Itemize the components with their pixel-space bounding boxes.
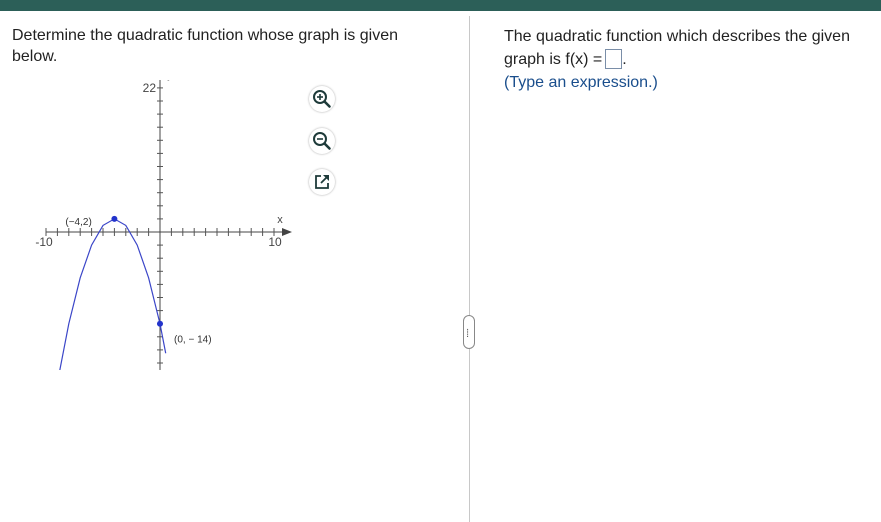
answer-line-2: graph is f(x) =. bbox=[504, 48, 874, 71]
answer-input[interactable] bbox=[605, 49, 623, 69]
answer-panel: The quadratic function which describes t… bbox=[504, 25, 874, 94]
y-intercept-point bbox=[157, 320, 163, 327]
parabola-curve bbox=[59, 218, 167, 370]
zoom-in-icon bbox=[313, 90, 331, 108]
y-intercept-label: (0, − 14) bbox=[174, 335, 212, 346]
x-axis-arrow bbox=[282, 228, 292, 236]
answer-hint: (Type an expression.) bbox=[504, 74, 658, 91]
zoom-in-button[interactable] bbox=[309, 86, 335, 112]
y-tick-label-min: -22 bbox=[139, 369, 157, 370]
curve-layer bbox=[59, 218, 167, 370]
y-tick-label-max: 22 bbox=[143, 81, 157, 95]
answer-prefix: graph is f(x) = bbox=[504, 51, 603, 68]
answer-line-1: The quadratic function which describes t… bbox=[504, 28, 850, 45]
top-header-bar bbox=[0, 0, 881, 11]
parabola-graph: -10 10 22 -22 x y (−4,2) (0, − 14) bbox=[35, 80, 292, 370]
question-text: Determine the quadratic function whose g… bbox=[12, 27, 398, 65]
external-link-icon bbox=[315, 175, 329, 189]
vertex-point bbox=[111, 215, 118, 222]
point-layer: (−4,2) (0, − 14) bbox=[65, 215, 212, 346]
x-axis-label: x bbox=[277, 214, 283, 226]
panel-divider bbox=[469, 16, 470, 522]
open-new-window-button[interactable] bbox=[309, 169, 335, 195]
vertex-label: (−4,2) bbox=[65, 217, 91, 228]
answer-suffix: . bbox=[622, 51, 627, 68]
y-axis-label: y bbox=[167, 80, 173, 81]
x-tick-label-max: 10 bbox=[268, 235, 282, 249]
zoom-out-icon bbox=[313, 132, 331, 150]
resize-handle[interactable]: ..... bbox=[463, 315, 475, 349]
x-tick-label-min: -10 bbox=[35, 235, 53, 249]
zoom-out-button[interactable] bbox=[309, 128, 335, 154]
